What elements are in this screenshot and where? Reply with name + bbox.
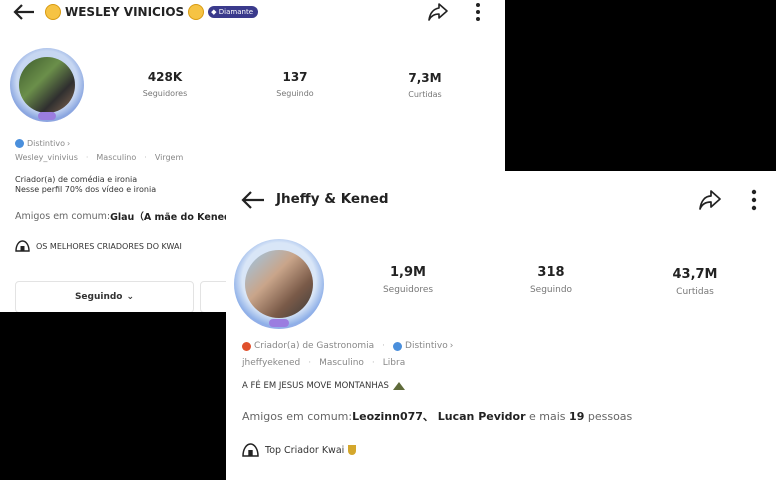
laughing-emoji-icon — [45, 4, 61, 20]
profile-meta: Wesley_vinivius · Masculino · Virgem — [15, 153, 184, 162]
more-options-icon[interactable] — [468, 1, 488, 23]
mutual-friends-connector: e mais — [525, 409, 570, 423]
distintivo-link[interactable]: Distintivo › — [15, 139, 70, 148]
following-count: 318 — [537, 265, 565, 280]
followers-stat[interactable]: 1,9M Seguidores — [368, 265, 448, 295]
followers-count: 1,9M — [390, 265, 426, 280]
kwai-tag-icon — [15, 240, 30, 252]
followers-label: Seguidores — [142, 89, 188, 98]
mutual-friends-names: Glau（A mãe do Kened）. — [110, 212, 244, 223]
profile-name: WESLEY VINICIOS — [65, 5, 185, 19]
followers-stat[interactable]: 428K Seguidores — [125, 70, 205, 98]
following-stat[interactable]: 137 Seguindo — [255, 70, 335, 98]
likes-label: Curtidas — [676, 287, 714, 297]
badge-label: Diamante — [218, 8, 254, 16]
category-label: Criador(a) de Gastronomia — [254, 341, 375, 351]
likes-label: Curtidas — [408, 90, 442, 99]
back-arrow-icon[interactable] — [10, 1, 38, 23]
bio: A FÉ EM JESUS MOVE MONTANHAS — [242, 381, 405, 391]
bio-line: Nesse perfil 70% dos vídeo e ironia — [15, 185, 157, 194]
following-label: Seguindo — [529, 285, 573, 295]
zodiac-sign: Virgem — [154, 153, 184, 162]
back-arrow-icon[interactable] — [238, 187, 268, 213]
creator-tag-label: Top Criador Kwai — [265, 444, 345, 456]
category-icon — [242, 341, 251, 351]
profile-name: Jheffy & Kened — [276, 191, 389, 207]
bio: Criador(a) de comédia e ironia Nesse per… — [15, 175, 156, 195]
share-icon[interactable] — [425, 1, 451, 23]
distintivo-label: Distintivo — [405, 341, 448, 351]
likes-stat[interactable]: 43,7M Curtidas — [655, 267, 735, 297]
profile-header: WESLEY VINICIOS ◆ Diamante — [45, 4, 259, 20]
zodiac-sign: Libra — [382, 358, 406, 368]
avatar[interactable] — [10, 48, 84, 122]
followers-count: 428K — [147, 70, 183, 84]
following-count: 137 — [282, 70, 308, 84]
bio-line: A FÉ EM JESUS MOVE MONTANHAS — [242, 381, 389, 391]
laughing-emoji-icon — [188, 4, 205, 20]
likes-count: 43,7M — [672, 267, 718, 282]
mountain-emoji-icon — [392, 382, 405, 390]
username: Wesley_vinivius — [15, 153, 78, 162]
mutual-friends[interactable]: Amigos em comum: Glau（A mãe do Kened）. — [15, 209, 244, 224]
trophy-icon — [348, 445, 357, 455]
gender: Masculino — [96, 153, 137, 162]
diamond-badge: ◆ Diamante — [208, 6, 259, 18]
followers-label: Seguidores — [382, 285, 434, 295]
creator-tag[interactable]: Top Criador Kwai — [242, 443, 357, 457]
mutual-friends-label: Amigos em comum: — [15, 210, 111, 222]
mutual-friends-label: Amigos em comum: — [242, 409, 353, 423]
following-label: Seguindo — [276, 89, 314, 98]
profile-panel-jheffy: Jheffy & Kened 1,9M Seguidores 318 Segui… — [226, 171, 776, 480]
username: jheffyekened — [242, 358, 301, 368]
following-stat[interactable]: 318 Seguindo — [511, 265, 591, 295]
likes-count: 7,3M — [408, 71, 442, 85]
avatar[interactable] — [234, 239, 324, 329]
distintivo-label: Distintivo — [27, 139, 65, 148]
kwai-tag-icon — [242, 443, 259, 457]
distintivo-link[interactable]: Distintivo › — [393, 341, 453, 351]
mutual-friends-names: Leozinn077、 Lucan Pevidor — [352, 410, 526, 423]
likes-stat[interactable]: 7,3M Curtidas — [385, 71, 465, 99]
chevron-right-icon: › — [66, 139, 71, 148]
following-button-label: Seguindo — [74, 292, 123, 302]
distintivo-icon — [393, 341, 403, 351]
profile-badges: Criador(a) de Gastronomia · Distintivo › — [242, 341, 453, 351]
share-icon[interactable] — [696, 187, 724, 213]
creator-tag-label: OS MELHORES CRIADORES DO KWAI — [36, 241, 182, 251]
distintivo-icon — [15, 139, 24, 148]
gender: Masculino — [319, 358, 364, 368]
profile-meta: jheffyekened · Masculino · Libra — [242, 358, 406, 368]
mutual-friends[interactable]: Amigos em comum: Leozinn077、 Lucan Pevid… — [242, 408, 632, 424]
creator-tag[interactable]: OS MELHORES CRIADORES DO KWAI — [15, 240, 182, 252]
chevron-right-icon: › — [449, 341, 454, 351]
bio-line: Criador(a) de comédia e ironia — [15, 175, 138, 184]
mutual-friends-suffix: pessoas — [584, 409, 633, 423]
mutual-friends-count: 19 — [569, 409, 585, 423]
more-options-icon[interactable] — [744, 187, 764, 213]
following-button[interactable]: Seguindo ⌄ — [15, 281, 194, 312]
chevron-down-icon: ⌄ — [126, 292, 135, 302]
